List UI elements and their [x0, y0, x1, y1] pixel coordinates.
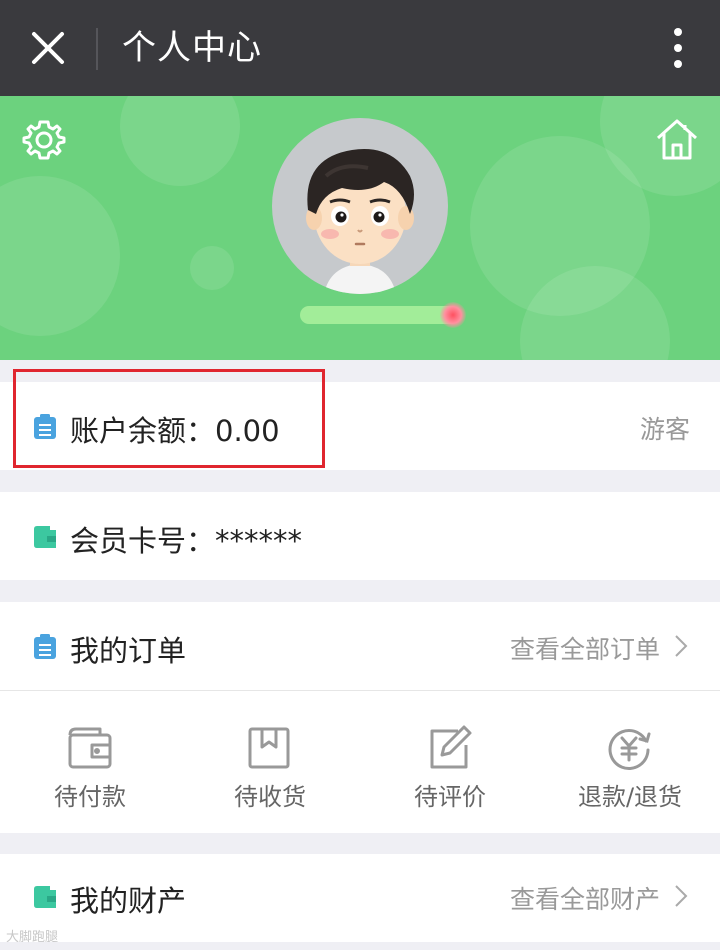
- highlight-box: [13, 369, 325, 468]
- more-vertical-icon[interactable]: [666, 24, 690, 72]
- order-status-label: 退款/退货: [577, 783, 683, 811]
- title-divider: [96, 28, 98, 70]
- order-status-label: 待收货: [234, 783, 306, 811]
- username-obscured: [300, 306, 460, 324]
- order-status-label: 待付款: [54, 783, 126, 811]
- background-bubble: [0, 176, 120, 336]
- refund-yen-icon: [608, 729, 651, 770]
- order-status-label: 待评价: [414, 783, 486, 811]
- wallet-icon: [34, 886, 56, 908]
- view-all-assets-link[interactable]: 查看全部财产: [510, 880, 660, 916]
- background-bubble: [120, 96, 240, 186]
- user-status: 游客: [639, 415, 690, 444]
- order-status-grid: 待付款 待收货 待评价 退款/退货: [0, 690, 720, 833]
- order-status-refund[interactable]: 退款/退货: [540, 691, 720, 833]
- clipboard-icon: [34, 634, 56, 659]
- wallet-icon: [68, 727, 112, 769]
- profile-header: [0, 96, 720, 360]
- avatar[interactable]: [272, 118, 448, 294]
- page-title: 个人中心: [122, 28, 262, 68]
- chevron-right-icon[interactable]: [674, 884, 688, 908]
- gear-icon[interactable]: [20, 116, 68, 164]
- wallet-icon: [34, 526, 56, 548]
- member-card-row[interactable]: 会员卡号：******: [0, 492, 720, 580]
- close-icon[interactable]: [26, 26, 70, 70]
- my-assets-row[interactable]: 我的财产 查看全部财产: [0, 854, 720, 942]
- background-bubble: [190, 246, 234, 290]
- my-orders-title: 我的订单: [70, 634, 187, 668]
- order-status-pending-payment[interactable]: 待付款: [0, 691, 180, 833]
- edit-icon: [430, 725, 472, 769]
- title-bar: 个人中心: [0, 0, 720, 96]
- order-status-pending-receipt[interactable]: 待收货: [180, 691, 360, 833]
- order-status-pending-review[interactable]: 待评价: [360, 691, 540, 833]
- my-orders-row[interactable]: 我的订单 查看全部订单: [0, 602, 720, 690]
- view-all-orders-link[interactable]: 查看全部订单: [510, 630, 660, 666]
- member-card-label: 会员卡号：******: [70, 524, 303, 558]
- chevron-right-icon[interactable]: [674, 634, 688, 658]
- watermark: 大脚跑腿: [6, 930, 59, 945]
- cartoon-boy-avatar: [306, 149, 414, 294]
- username-obscured-mark: [440, 302, 466, 328]
- my-assets-title: 我的财产: [70, 884, 187, 918]
- package-icon: [248, 727, 290, 769]
- home-icon[interactable]: [654, 116, 700, 162]
